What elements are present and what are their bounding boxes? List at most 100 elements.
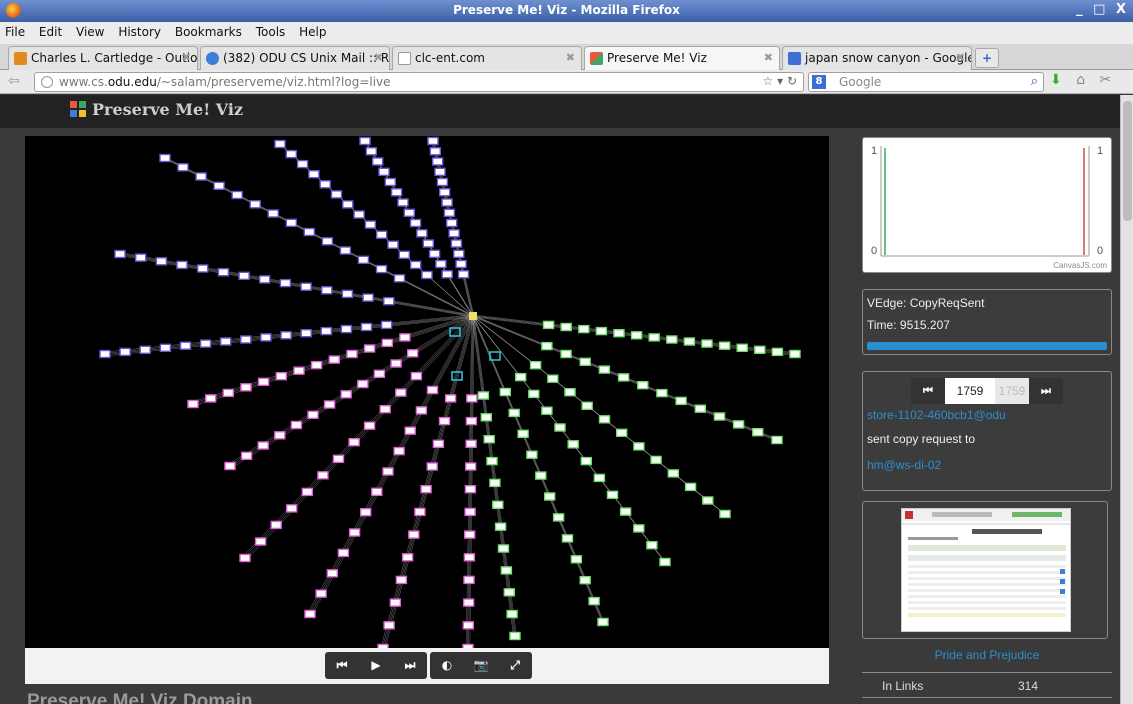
graph-node[interactable] (497, 544, 510, 553)
graph-node[interactable] (360, 508, 372, 517)
graph-node[interactable] (494, 522, 507, 531)
graph-node[interactable] (395, 388, 407, 397)
graph-node[interactable] (258, 275, 271, 284)
graph-node[interactable] (239, 553, 251, 563)
graph-node[interactable] (328, 355, 340, 364)
graph-node[interactable] (436, 177, 449, 187)
graph-node[interactable] (426, 462, 438, 471)
graph-node[interactable] (353, 210, 365, 219)
graph-node[interactable] (528, 389, 540, 399)
graph-node[interactable] (249, 200, 261, 209)
graph-node[interactable] (570, 555, 583, 564)
graph-node[interactable] (317, 471, 329, 480)
graph-node[interactable] (754, 345, 766, 355)
graph-node[interactable] (274, 139, 286, 149)
graph-node[interactable] (270, 520, 282, 530)
graph-node[interactable] (595, 326, 608, 336)
graph-node[interactable] (463, 553, 476, 562)
graph-node[interactable] (666, 335, 678, 344)
graph-node[interactable] (187, 399, 199, 409)
graph-node[interactable] (446, 218, 458, 228)
graph-node[interactable] (659, 557, 671, 567)
graph-node[interactable] (267, 209, 279, 218)
graph-node[interactable] (427, 136, 439, 146)
graph-node[interactable] (304, 609, 316, 619)
graph-node[interactable] (486, 456, 498, 466)
source-node-link[interactable]: store-1102-460bcb1@odu (867, 408, 1006, 422)
graph-node[interactable] (224, 461, 236, 471)
graph-node[interactable] (285, 149, 297, 159)
graph-node[interactable] (718, 341, 731, 350)
graph-node[interactable] (462, 621, 474, 630)
graph-node[interactable] (480, 413, 492, 422)
graph-node[interactable] (414, 507, 426, 517)
graph-node[interactable] (646, 541, 658, 550)
graph-node[interactable] (217, 267, 230, 277)
graph-node[interactable] (617, 373, 630, 382)
graph-node[interactable] (379, 405, 391, 414)
graph-node[interactable] (606, 490, 619, 499)
graph-node[interactable] (633, 442, 645, 451)
graph-node[interactable] (398, 250, 410, 260)
menu-view[interactable]: View (71, 22, 109, 39)
graph-node[interactable] (509, 631, 521, 641)
contrast-button[interactable]: ◐ (430, 652, 464, 679)
graph-node[interactable] (363, 344, 376, 353)
graph-node[interactable] (99, 349, 111, 359)
graph-node[interactable] (260, 333, 272, 342)
graph-node[interactable] (231, 190, 243, 200)
graph-node[interactable] (383, 296, 395, 306)
graph-node[interactable] (438, 416, 451, 426)
google-search-icon[interactable]: 8 (812, 75, 826, 89)
graph-node[interactable] (694, 404, 706, 413)
reload-icon[interactable]: ☆ ▾ ↻ (763, 74, 797, 88)
graph-node[interactable] (323, 400, 336, 409)
page-thumbnail[interactable] (901, 508, 1071, 632)
graph-node[interactable] (285, 218, 297, 228)
new-tab-button[interactable]: + (975, 48, 999, 68)
skip-last-button[interactable]: ⏭ (393, 652, 427, 679)
graph-node[interactable] (416, 229, 428, 238)
graph-node[interactable] (578, 324, 590, 334)
graph-node[interactable] (280, 331, 292, 340)
graph-node[interactable] (357, 255, 370, 265)
back-arrow-icon[interactable]: ⇦ (8, 73, 26, 91)
graph-node[interactable] (119, 347, 131, 357)
graph-node[interactable] (752, 428, 764, 437)
graph-node[interactable] (307, 410, 319, 419)
tab-outlook[interactable]: Charles L. Cartledge - Outlo... ✖ (8, 46, 198, 70)
graph-node[interactable] (257, 441, 269, 450)
graph-canvas[interactable] (25, 136, 829, 648)
graph-node[interactable] (341, 289, 354, 299)
graph-node[interactable] (399, 333, 411, 342)
graph-node[interactable] (357, 379, 369, 389)
graph-node[interactable] (477, 391, 490, 400)
graph-node[interactable] (593, 473, 606, 483)
graph-node[interactable] (365, 147, 377, 156)
step-first-button[interactable]: ⏮ (911, 378, 945, 404)
graph-node[interactable] (321, 237, 334, 246)
graph-node[interactable] (393, 274, 406, 283)
graph-node[interactable] (387, 240, 399, 249)
graph-node[interactable] (300, 282, 312, 291)
graph-node[interactable] (310, 360, 323, 370)
graph-node[interactable] (465, 439, 477, 448)
close-icon[interactable]: ✖ (374, 51, 383, 64)
current-event-input[interactable]: 1759 (945, 378, 995, 404)
target-node-link[interactable]: hm@ws-di-02 (867, 458, 941, 472)
graph-node[interactable] (503, 588, 515, 597)
graph-node[interactable] (337, 548, 350, 558)
graph-node[interactable] (588, 596, 600, 606)
graph-node[interactable] (213, 181, 225, 190)
tab-google-search[interactable]: japan snow canyon - Google... ✖ (782, 46, 972, 70)
graph-node[interactable] (240, 335, 252, 344)
graph-node[interactable] (554, 423, 566, 432)
close-icon[interactable]: ✖ (764, 51, 773, 64)
graph-node[interactable] (376, 230, 388, 239)
graph-node[interactable] (448, 229, 460, 238)
graph-node[interactable] (489, 478, 501, 488)
chart-credit[interactable]: CanvasJS.com (1053, 261, 1107, 270)
graph-node[interactable] (403, 208, 415, 218)
network-graph[interactable] (25, 136, 829, 648)
graph-node[interactable] (401, 553, 414, 562)
